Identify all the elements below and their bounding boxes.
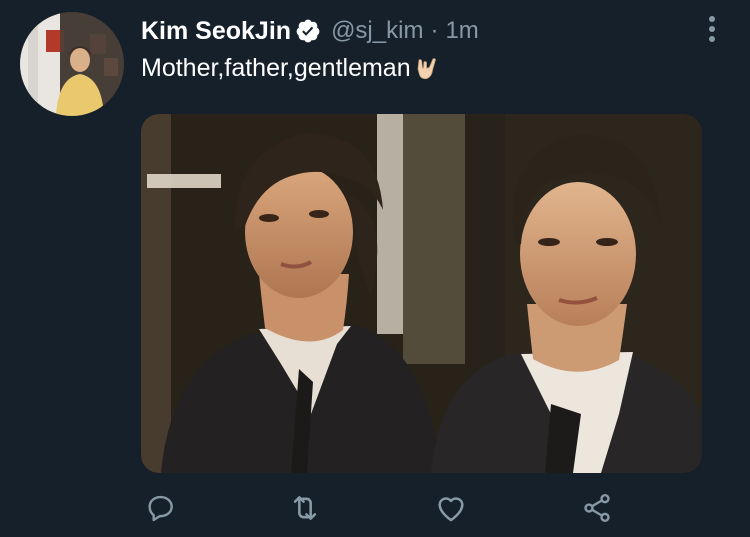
tweet-text: Mother,father,gentleman [141, 54, 411, 82]
display-name[interactable]: Kim SeokJin [141, 17, 291, 46]
tweet-header: Kim SeokJin @sj_kim · 1m [141, 16, 479, 46]
rock-on-hand-emoji-icon [413, 56, 439, 82]
tweet[interactable]: Kim SeokJin @sj_kim · 1m Mother,father,g… [0, 0, 750, 537]
heart-icon[interactable] [431, 488, 471, 528]
tweet-actions [141, 488, 631, 528]
avatar[interactable] [20, 12, 124, 116]
separator-dot: · [430, 17, 439, 44]
verified-badge-icon [295, 18, 321, 44]
tweet-media-image[interactable] [141, 114, 702, 473]
reply-icon[interactable] [141, 488, 181, 528]
more-vertical-icon[interactable] [704, 14, 720, 44]
user-handle[interactable]: @sj_kim [331, 17, 423, 45]
timestamp[interactable]: 1m [445, 17, 478, 45]
tweet-text-row: Mother,father,gentleman [141, 54, 439, 83]
retweet-icon[interactable] [285, 488, 325, 528]
share-icon[interactable] [577, 488, 617, 528]
